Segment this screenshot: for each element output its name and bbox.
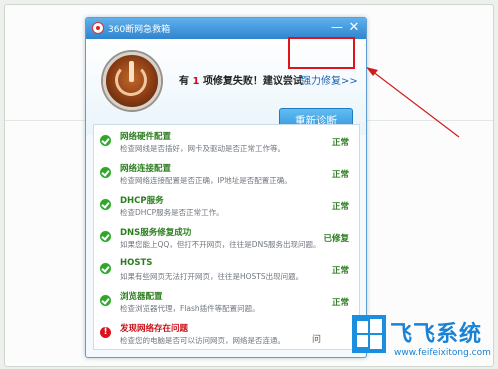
windows-logo-icon [352,315,386,353]
watermark-url: www.feifeixitong.com [394,348,491,358]
watermark-text: 飞飞系统 [390,321,483,347]
watermark: 飞飞系统 www.feifeixitong.com [352,315,494,365]
pointer-arrow [366,67,460,138]
